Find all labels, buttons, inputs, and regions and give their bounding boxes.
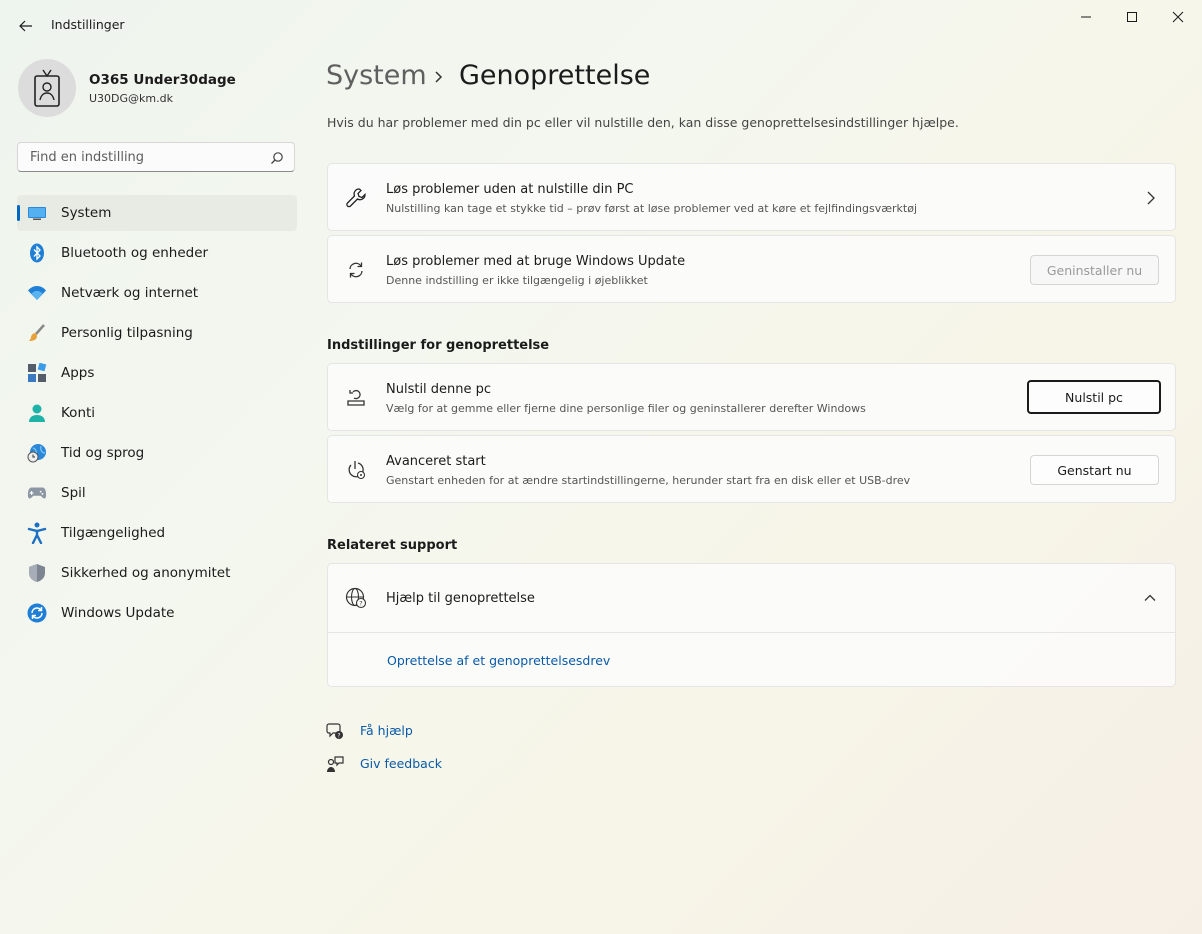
- card-title: Avanceret start: [386, 454, 486, 469]
- sidebar-item-accounts[interactable]: Konti: [17, 395, 297, 431]
- sidebar-item-label: Spil: [61, 485, 86, 501]
- apps-icon: [27, 363, 47, 383]
- bluetooth-icon: [27, 243, 47, 263]
- recovery-help-card: ? Hjælp til genoprettelse Oprettelse af …: [327, 563, 1176, 687]
- windows-update-fix-card: Løs problemer med at bruge Windows Updat…: [327, 235, 1176, 303]
- card-title: Nulstil denne pc: [386, 382, 492, 397]
- page-description: Hvis du har problemer med din pc eller v…: [327, 115, 959, 130]
- sidebar-item-label: Windows Update: [61, 605, 175, 621]
- sidebar-item-privacy-security[interactable]: Sikkerhed og anonymitet: [17, 555, 297, 591]
- troubleshoot-card[interactable]: Løs problemer uden at nulstille din PC N…: [327, 163, 1176, 231]
- restart-now-button[interactable]: Genstart nu: [1030, 455, 1159, 485]
- card-title: Løs problemer uden at nulstille din PC: [386, 182, 634, 197]
- user-name: O365 Under30dage: [89, 72, 236, 88]
- sidebar-item-label: Apps: [61, 365, 95, 381]
- sidebar-item-accessibility[interactable]: Tilgængelighed: [17, 515, 297, 551]
- sidebar-item-label: Netværk og internet: [61, 285, 199, 301]
- reset-pc-card: Nulstil denne pc Vælg for at gemme eller…: [327, 363, 1176, 431]
- close-icon: [1172, 11, 1184, 23]
- globe-help-icon: ?: [344, 586, 368, 610]
- sidebar-item-windows-update[interactable]: Windows Update: [17, 595, 297, 631]
- sidebar-item-network[interactable]: Netværk og internet: [17, 275, 297, 311]
- account-icon: [27, 403, 47, 423]
- power-restart-icon: [344, 458, 368, 482]
- reset-pc-button[interactable]: Nulstil pc: [1027, 380, 1161, 414]
- give-feedback-link[interactable]: Giv feedback: [360, 756, 442, 771]
- search-input[interactable]: [28, 149, 262, 166]
- card-description: Denne indstilling er ikke tilgængelig i …: [386, 274, 648, 287]
- gamepad-icon: [27, 483, 47, 503]
- help-chat-icon: ?: [326, 723, 343, 739]
- sidebar-item-gaming[interactable]: Spil: [17, 475, 297, 511]
- breadcrumb-parent[interactable]: System: [326, 60, 427, 91]
- get-help-link[interactable]: Få hjælp: [360, 723, 413, 738]
- shield-icon: [27, 563, 47, 583]
- accessibility-icon: [27, 522, 47, 544]
- time-language-icon: [27, 443, 47, 463]
- sidebar-item-label: Personlig tilpasning: [61, 325, 193, 341]
- card-description: Nulstilling kan tage et stykke tid – prø…: [386, 202, 917, 215]
- svg-text:?: ?: [359, 600, 362, 608]
- id-badge-icon: [34, 69, 60, 107]
- svg-text:?: ?: [337, 732, 340, 739]
- brush-icon: [27, 323, 47, 343]
- sidebar-item-label: Sikkerhed og anonymitet: [61, 565, 231, 581]
- maximize-icon: [1127, 12, 1137, 22]
- sidebar-item-system[interactable]: System: [17, 195, 297, 231]
- close-button[interactable]: [1155, 4, 1201, 30]
- sidebar-nav: System Bluetooth og enheder Netværk og i…: [17, 195, 297, 635]
- active-indicator: [17, 205, 20, 221]
- card-title: Løs problemer med at bruge Windows Updat…: [386, 254, 686, 269]
- maximize-button[interactable]: [1109, 4, 1155, 30]
- minimize-icon: [1081, 16, 1091, 18]
- sidebar-item-label: System: [61, 205, 112, 221]
- card-description: Genstart enheden for at ændre startindst…: [386, 474, 911, 487]
- app-title: Indstillinger: [51, 17, 125, 32]
- recovery-help-header[interactable]: ? Hjælp til genoprettelse: [328, 564, 1175, 633]
- windows-update-icon: [27, 603, 47, 623]
- sidebar-item-label: Bluetooth og enheder: [61, 245, 209, 261]
- sidebar-item-label: Tilgængelighed: [61, 525, 166, 541]
- avatar[interactable]: [18, 59, 76, 117]
- minimize-button[interactable]: [1063, 4, 1109, 30]
- chevron-up-icon: [1144, 594, 1156, 601]
- sidebar-item-apps[interactable]: Apps: [17, 355, 297, 391]
- sidebar-item-label: Tid og sprog: [61, 445, 145, 461]
- card-description: Vælg for at gemme eller fjerne dine pers…: [386, 402, 866, 415]
- sidebar-item-personalization[interactable]: Personlig tilpasning: [17, 315, 297, 351]
- search-box[interactable]: [17, 142, 295, 172]
- feedback-icon: [327, 756, 344, 772]
- wifi-icon: [27, 283, 47, 303]
- search-icon[interactable]: [270, 151, 284, 165]
- section-heading-recovery: Indstillinger for genoprettelse: [327, 338, 550, 353]
- sidebar-item-bluetooth[interactable]: Bluetooth og enheder: [17, 235, 297, 271]
- back-button[interactable]: [12, 12, 40, 40]
- sidebar-item-time-language[interactable]: Tid og sprog: [17, 435, 297, 471]
- sidebar-item-label: Konti: [61, 405, 96, 421]
- recovery-drive-link[interactable]: Oprettelse af et genoprettelsesdrev: [387, 653, 610, 668]
- card-title: Hjælp til genoprettelse: [386, 591, 535, 606]
- reset-pc-icon: [344, 386, 368, 410]
- page-title: Genoprettelse: [459, 60, 651, 91]
- wrench-icon: [344, 186, 368, 210]
- back-arrow-icon: [19, 20, 32, 32]
- chevron-right-icon: [1147, 191, 1155, 205]
- reinstall-now-button[interactable]: Geninstaller nu: [1030, 255, 1159, 285]
- advanced-startup-card: Avanceret start Genstart enheden for at …: [327, 435, 1176, 503]
- chevron-right-icon: [435, 71, 443, 83]
- sync-icon: [344, 258, 368, 282]
- user-email: U30DG@km.dk: [89, 92, 173, 105]
- section-heading-support: Relateret support: [327, 538, 458, 553]
- system-icon: [27, 203, 47, 223]
